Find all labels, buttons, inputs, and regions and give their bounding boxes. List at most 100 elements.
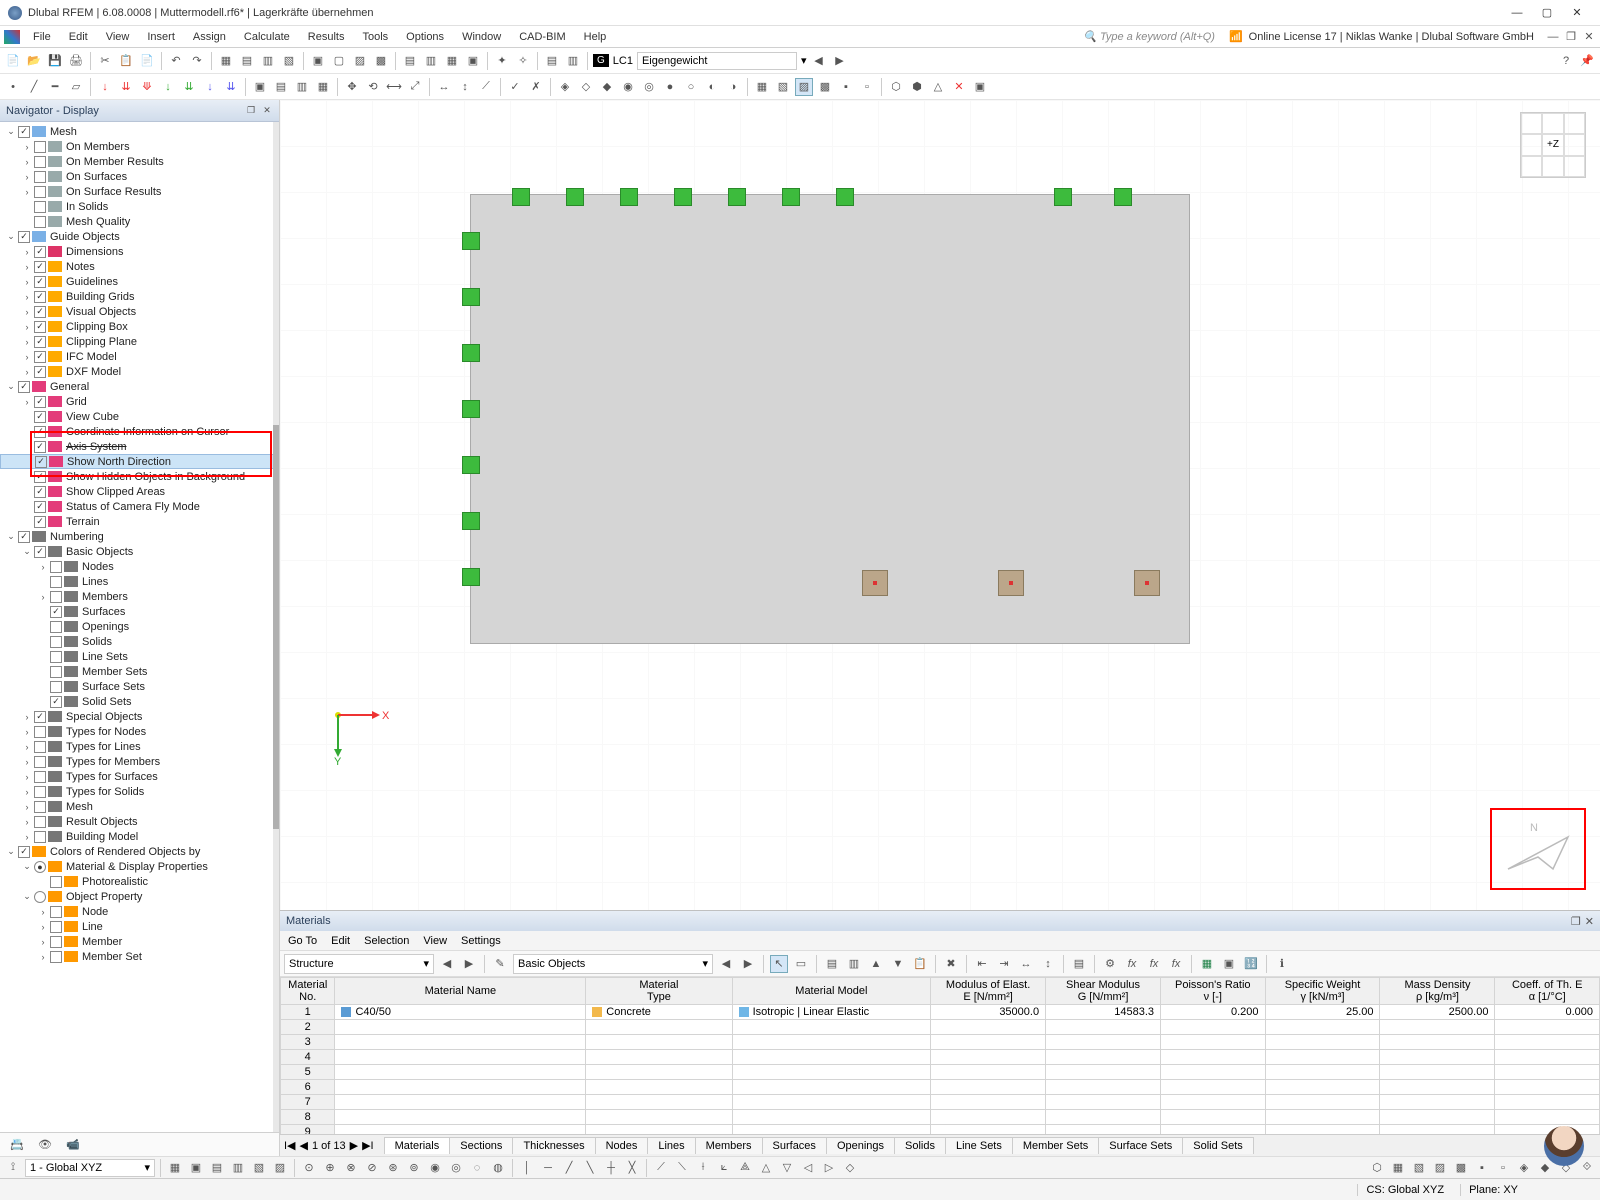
support-node[interactable] — [512, 188, 530, 206]
render3-button[interactable]: ▨ — [351, 52, 369, 70]
viewport[interactable]: +Z X Y N — [280, 100, 1600, 910]
tree-item[interactable]: ›Notes — [0, 259, 279, 274]
guide7-button[interactable]: ▽ — [778, 1159, 796, 1177]
support-node[interactable] — [1114, 188, 1132, 206]
loadcase-desc[interactable] — [637, 52, 797, 70]
osnap6-button[interactable]: ⊚ — [405, 1159, 423, 1177]
support-node[interactable] — [1054, 188, 1072, 206]
ext3-tool[interactable]: ◆ — [598, 78, 616, 96]
tree-item[interactable]: ›Types for Members — [0, 754, 279, 769]
panel-pin-icon[interactable]: ❐ — [1571, 915, 1581, 928]
pin-button[interactable]: 📌 — [1578, 52, 1596, 70]
view-list-button[interactable]: ▤ — [1070, 955, 1088, 973]
dsp2-tool[interactable]: ⬢ — [908, 78, 926, 96]
view4-button[interactable]: ▧ — [280, 52, 298, 70]
ext2-tool[interactable]: ◇ — [577, 78, 595, 96]
osnap9-button[interactable]: ◌ — [468, 1159, 486, 1177]
res4-tool[interactable]: ▩ — [816, 78, 834, 96]
mat-menu-view[interactable]: View — [423, 935, 447, 947]
surface-tool[interactable]: ▱ — [67, 78, 85, 96]
column-node[interactable] — [1134, 570, 1160, 596]
tree-item[interactable]: Axis System — [0, 439, 279, 454]
tree-item[interactable]: ›Member Set — [0, 949, 279, 964]
move-tool[interactable]: ✥ — [343, 78, 361, 96]
tree-item[interactable]: Photorealistic — [0, 874, 279, 889]
tree-item[interactable]: Surfaces — [0, 604, 279, 619]
excel-button[interactable]: ▦ — [1198, 955, 1216, 973]
support-node[interactable] — [462, 568, 480, 586]
render2-button[interactable]: ▢ — [330, 52, 348, 70]
info-button[interactable]: ℹ — [1273, 955, 1291, 973]
ext7-tool[interactable]: ○ — [682, 78, 700, 96]
res3-tool[interactable]: ▨ — [795, 78, 813, 96]
ext1-tool[interactable]: ◈ — [556, 78, 574, 96]
ext4-tool[interactable]: ◉ — [619, 78, 637, 96]
mat-menu-selection[interactable]: Selection — [364, 935, 409, 947]
tab-sections[interactable]: Sections — [449, 1137, 513, 1154]
tree-item[interactable]: ⌄General — [0, 379, 279, 394]
tree-item[interactable]: Solids — [0, 634, 279, 649]
minimize-button[interactable]: — — [1502, 3, 1532, 23]
cancel-button[interactable]: ✖ — [942, 955, 960, 973]
tab-next-button[interactable]: ▶ — [350, 1139, 358, 1152]
load1-tool[interactable]: ↓ — [96, 78, 114, 96]
tree-item[interactable]: Lines — [0, 574, 279, 589]
fx3-button[interactable]: fx — [1145, 955, 1163, 973]
snap2-button[interactable]: ▣ — [187, 1159, 205, 1177]
bo-next-button[interactable]: ▶ — [739, 955, 757, 973]
tab-surfaces[interactable]: Surfaces — [762, 1137, 827, 1154]
ext9-tool[interactable]: ◑ — [724, 78, 742, 96]
guide6-button[interactable]: △ — [757, 1159, 775, 1177]
dim3-tool[interactable]: ⟋ — [477, 78, 495, 96]
support-node[interactable] — [462, 232, 480, 250]
osnap5-button[interactable]: ⊛ — [384, 1159, 402, 1177]
dim1-tool[interactable]: ↔ — [435, 78, 453, 96]
edit1-tool[interactable]: ▣ — [251, 78, 269, 96]
tree-item[interactable]: ›Dimensions — [0, 244, 279, 259]
osnap1-button[interactable]: ⊙ — [300, 1159, 318, 1177]
tree-item[interactable]: ›On Member Results — [0, 154, 279, 169]
load6-tool[interactable]: ↓ — [201, 78, 219, 96]
tab-member-sets[interactable]: Member Sets — [1012, 1137, 1099, 1154]
jump1-button[interactable]: ⇤ — [973, 955, 991, 973]
maximize-button[interactable]: ▢ — [1532, 3, 1562, 23]
guide9-button[interactable]: ▷ — [820, 1159, 838, 1177]
dim2-tool[interactable]: ↕ — [456, 78, 474, 96]
dsp5-tool[interactable]: ▣ — [971, 78, 989, 96]
line1-button[interactable]: │ — [518, 1159, 536, 1177]
load5-tool[interactable]: ⇊ — [180, 78, 198, 96]
edit2-tool[interactable]: ▤ — [272, 78, 290, 96]
mat-menu-settings[interactable]: Settings — [461, 935, 501, 947]
support-node[interactable] — [782, 188, 800, 206]
res2-tool[interactable]: ▧ — [774, 78, 792, 96]
column-node[interactable] — [862, 570, 888, 596]
menu-options[interactable]: Options — [397, 29, 453, 45]
osnap10-button[interactable]: ◍ — [489, 1159, 507, 1177]
end5-button[interactable]: ▩ — [1452, 1159, 1470, 1177]
end2-button[interactable]: ▦ — [1389, 1159, 1407, 1177]
res6-tool[interactable]: ▫ — [858, 78, 876, 96]
nav-tab-display-icon[interactable]: 👁 — [36, 1137, 54, 1153]
menu-help[interactable]: Help — [575, 29, 616, 45]
tree-item[interactable]: ›On Surfaces — [0, 169, 279, 184]
menu-insert[interactable]: Insert — [138, 29, 184, 45]
filter2-button[interactable]: ▥ — [564, 52, 582, 70]
tab-openings[interactable]: Openings — [826, 1137, 895, 1154]
view2-button[interactable]: ▤ — [238, 52, 256, 70]
tree-item[interactable]: ›Building Grids — [0, 289, 279, 304]
rect-select-tool[interactable]: ▭ — [792, 955, 810, 973]
calc1-button[interactable]: ▤ — [401, 52, 419, 70]
tree-item[interactable]: Terrain — [0, 514, 279, 529]
select-tool[interactable]: ↖ — [770, 955, 788, 973]
tree-item[interactable]: ›Clipping Plane — [0, 334, 279, 349]
support-node[interactable] — [462, 288, 480, 306]
fx-button[interactable]: ⚙ — [1101, 955, 1119, 973]
end6-button[interactable]: ▪ — [1473, 1159, 1491, 1177]
osnap4-button[interactable]: ⊘ — [363, 1159, 381, 1177]
paste-button[interactable]: 📄 — [138, 52, 156, 70]
tree-item[interactable]: ›Members — [0, 589, 279, 604]
osnap3-button[interactable]: ⊗ — [342, 1159, 360, 1177]
jump4-button[interactable]: ↕ — [1039, 955, 1057, 973]
search-input[interactable]: 🔍 Type a keyword (Alt+Q) — [1077, 30, 1221, 43]
osnap8-button[interactable]: ◎ — [447, 1159, 465, 1177]
